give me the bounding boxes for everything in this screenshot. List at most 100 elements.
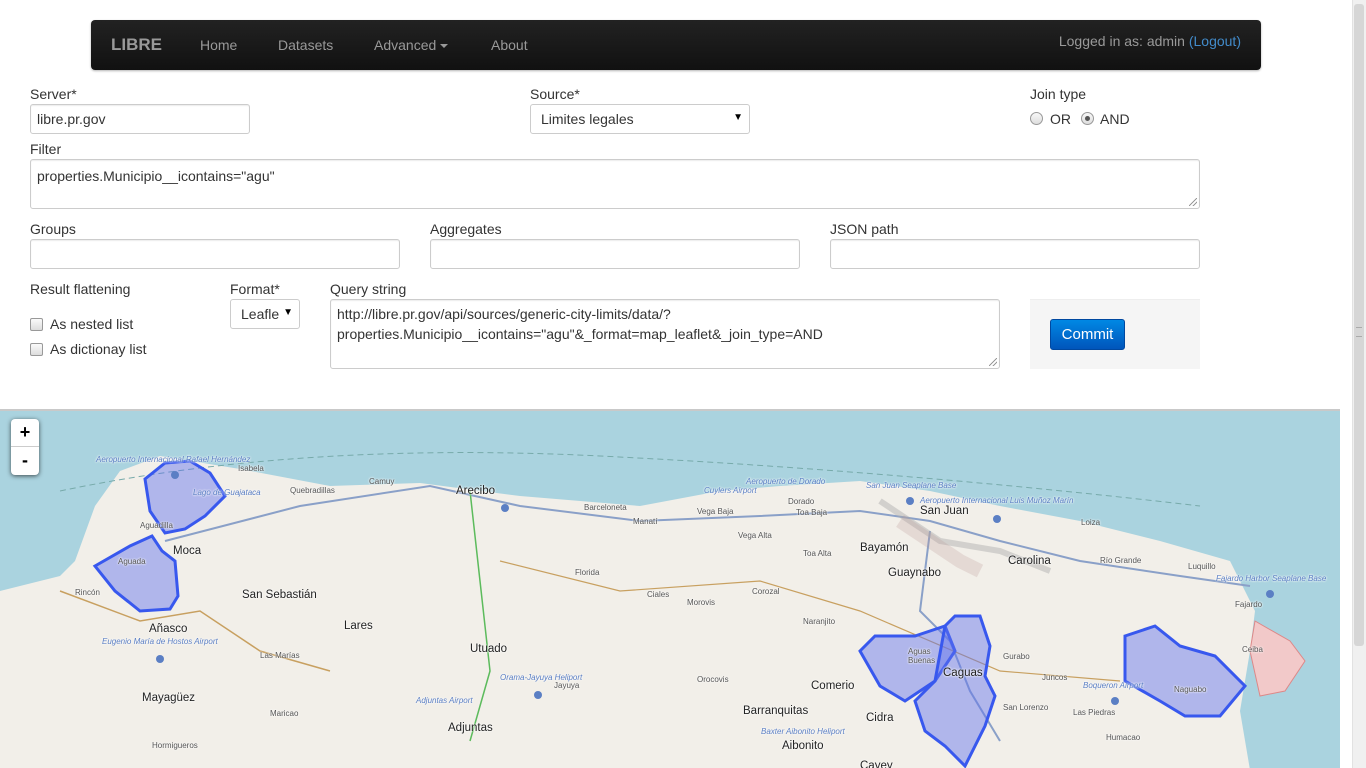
brand-logo[interactable]: LIBRE — [111, 35, 162, 55]
place-label: Jayuya — [554, 681, 580, 690]
login-text: Logged in as: admin — [1058, 33, 1185, 49]
nav-about[interactable]: About — [491, 37, 528, 53]
zoom-out-button[interactable]: - — [11, 447, 39, 475]
filter-label: Filter — [30, 141, 62, 157]
logout-link[interactable]: (Logout) — [1189, 33, 1241, 49]
place-label: Ciales — [647, 590, 670, 599]
resize-grip-icon[interactable] — [989, 358, 997, 366]
airport-icon — [1266, 590, 1274, 598]
place-label: Humacao — [1106, 733, 1141, 742]
place-label: Toa Baja — [796, 508, 828, 517]
nav-datasets[interactable]: Datasets — [278, 37, 333, 53]
place-label: Fajardo — [1235, 600, 1263, 609]
place-label: Maricao — [270, 709, 299, 718]
place-label: Barceloneta — [584, 503, 627, 512]
place-label: Corozal — [752, 587, 780, 596]
place-label: Moca — [173, 545, 202, 557]
aggregates-label: Aggregates — [430, 221, 502, 237]
dropdown-arrow-icon: ▼ — [733, 112, 743, 123]
server-label: Server* — [30, 86, 77, 102]
json-path-input[interactable] — [830, 239, 1200, 269]
map-tiles — [0, 452, 1306, 768]
place-label: Cayey — [860, 760, 893, 768]
place-label: Aibonito — [782, 740, 824, 752]
place-label: Barranquitas — [743, 705, 809, 717]
format-label: Format* — [230, 281, 280, 297]
navbar: LIBRE Home Datasets Advanced About Logge… — [91, 20, 1261, 70]
place-label: Las Marías — [260, 651, 300, 660]
source-label: Source* — [530, 86, 580, 102]
airport-label: Fajardo Harbor Seaplane Base — [1216, 574, 1327, 583]
place-label: Cidra — [866, 712, 894, 724]
zoom-control: + - — [11, 419, 39, 475]
groups-input[interactable] — [30, 239, 400, 269]
aggregates-input[interactable] — [430, 239, 800, 269]
place-label: San Juan — [920, 505, 969, 517]
query-string-textarea[interactable]: http://libre.pr.gov/api/sources/generic-… — [330, 299, 1000, 369]
place-label: Caguas — [943, 667, 983, 679]
place-label: Adjuntas — [448, 722, 493, 734]
result-flattening-label: Result flattening — [30, 281, 131, 297]
airport-label: Baxter Aibonito Heliport — [761, 727, 845, 736]
airport-icon — [156, 655, 164, 663]
airport-icon — [534, 691, 542, 699]
resize-grip-icon[interactable] — [1189, 198, 1197, 206]
join-or-label: OR — [1050, 111, 1071, 127]
place-label: Carolina — [1008, 555, 1051, 567]
place-label: Arecibo — [456, 485, 495, 497]
place-label: Morovis — [687, 598, 716, 607]
place-label: Bayamón — [860, 542, 909, 554]
dropdown-arrow-icon: ▼ — [283, 307, 293, 318]
place-label: Añasco — [149, 623, 188, 635]
format-select[interactable]: Leafle ▼ — [230, 299, 300, 329]
source-select[interactable]: Limites legales ▼ — [530, 104, 750, 134]
server-input[interactable]: libre.pr.gov — [30, 104, 250, 134]
map-view[interactable]: Isabela Quebradillas Camuy Arecibo Barce… — [0, 409, 1340, 768]
place-label: Manatí — [633, 517, 658, 526]
place-label: Orocovis — [697, 675, 729, 684]
join-type-label: Join type — [1030, 86, 1087, 102]
nav-advanced-label: Advanced — [374, 37, 437, 53]
place-label: Dorado — [788, 497, 815, 506]
json-path-label: JSON path — [830, 221, 899, 237]
place-label: Naranjito — [803, 617, 836, 626]
place-label: Vega Baja — [697, 507, 734, 516]
place-label: Quebradillas — [290, 486, 335, 495]
place-label: Las Piedras — [1073, 708, 1116, 717]
place-label: Aguada — [118, 557, 146, 566]
dictionary-list-checkbox[interactable] — [30, 343, 43, 356]
airport-label: Orama-Jayuya Heliport — [500, 673, 583, 682]
filter-value: properties.Municipio__icontains="agu" — [37, 168, 275, 184]
airport-icon — [906, 497, 914, 505]
airport-label: Aeropuerto Internacional Luis Muñoz Marí… — [920, 496, 1074, 505]
place-label: Isabela — [238, 464, 264, 473]
join-or-radio[interactable] — [1030, 112, 1043, 125]
airport-label: Eugenio María de Hostos Airport — [102, 637, 218, 646]
zoom-in-button[interactable]: + — [11, 419, 39, 447]
place-label: Ceiba — [1242, 645, 1263, 654]
airport-label: Boqueron Airport — [1083, 681, 1144, 690]
scrollbar-thumb[interactable] — [1354, 4, 1364, 646]
place-label: Lares — [344, 620, 373, 632]
place-label: Rincón — [75, 588, 100, 597]
query-string-line-2: properties.Municipio__icontains="agu"&_f… — [337, 326, 823, 342]
nested-list-label: As nested list — [50, 316, 134, 332]
nav-advanced-dropdown[interactable]: Advanced — [374, 37, 449, 53]
place-label: Luquillo — [1188, 562, 1216, 571]
place-label: Naguabo — [1174, 685, 1207, 694]
query-string-label: Query string — [330, 281, 407, 297]
join-and-radio[interactable] — [1081, 112, 1094, 125]
nav-home[interactable]: Home — [200, 37, 237, 53]
nested-list-checkbox[interactable] — [30, 318, 43, 331]
place-label: Juncos — [1042, 673, 1068, 682]
airport-label: Cuylers Airport — [704, 486, 757, 495]
join-and-label: AND — [1100, 111, 1130, 127]
caret-down-icon — [440, 44, 449, 49]
filter-textarea[interactable]: properties.Municipio__icontains="agu" — [30, 159, 1200, 209]
restricted-area — [1249, 620, 1306, 697]
airport-icon — [993, 515, 1001, 523]
commit-panel: Commit — [1030, 299, 1200, 369]
place-label: Loiza — [1081, 518, 1101, 527]
place-label: Río Grande — [1100, 556, 1142, 565]
commit-button[interactable]: Commit — [1050, 319, 1125, 350]
